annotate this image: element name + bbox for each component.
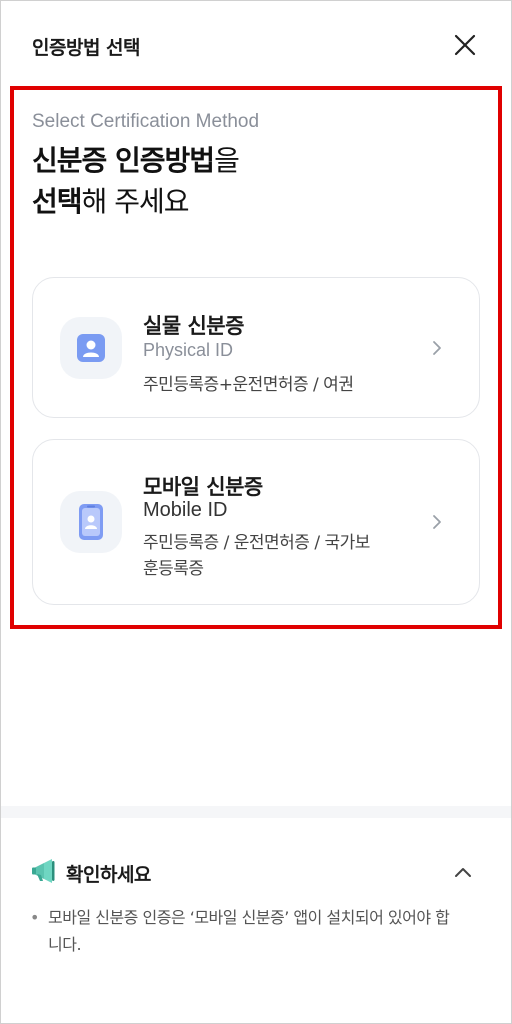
section-subtitle: Select Certification Method: [32, 111, 260, 132]
chevron-up-icon[interactable]: [454, 865, 472, 879]
header: 인증방법 선택: [0, 0, 512, 84]
megaphone-icon: [32, 859, 55, 883]
heading-reg-2: 해 주세요: [81, 185, 190, 218]
page-title: 인증방법 선택: [32, 37, 141, 59]
section-divider: [0, 806, 512, 818]
bullet: •: [30, 908, 39, 927]
notice-title: 확인하세요: [66, 864, 151, 886]
close-button[interactable]: [448, 28, 482, 62]
heading-bold-1: 신분증 인증방법: [32, 144, 215, 177]
heading-bold-2: 선택: [32, 185, 83, 218]
option-description: 주민등록증 / 운전면허증 / 국가보훈등록증: [143, 533, 370, 579]
option-title-en: Physical ID: [143, 340, 234, 360]
option-title: 모바일 신분증: [143, 475, 263, 499]
option-title-en: Mobile ID: [143, 499, 228, 521]
mobile-id-option[interactable]: 모바일 신분증 Mobile ID 주민등록증 / 운전면허증 / 국가보훈등록…: [32, 439, 480, 605]
notice-text: 모바일 신분증 인증은 ‘모바일 신분증’ 앱이 설치되어 있어야 합니다.: [48, 908, 450, 954]
option-description: 주민등록증+운전면허증 / 여권: [143, 375, 354, 395]
chevron-right-icon: [433, 515, 441, 529]
physical-id-option[interactable]: 실물 신분증 Physical ID 주민등록증+운전면허증 / 여권: [32, 277, 480, 418]
close-icon: [454, 34, 476, 56]
mobile-id-icon: [60, 491, 122, 553]
chevron-right-icon: [433, 341, 441, 355]
notice-toggle[interactable]: 확인하세요: [30, 855, 480, 891]
section-heading: 신분증 인증방법을 선택해 주세요: [32, 140, 472, 222]
option-title: 실물 신분증: [143, 314, 244, 338]
heading-reg-1: 을: [214, 144, 240, 177]
id-card-icon: [60, 317, 122, 379]
